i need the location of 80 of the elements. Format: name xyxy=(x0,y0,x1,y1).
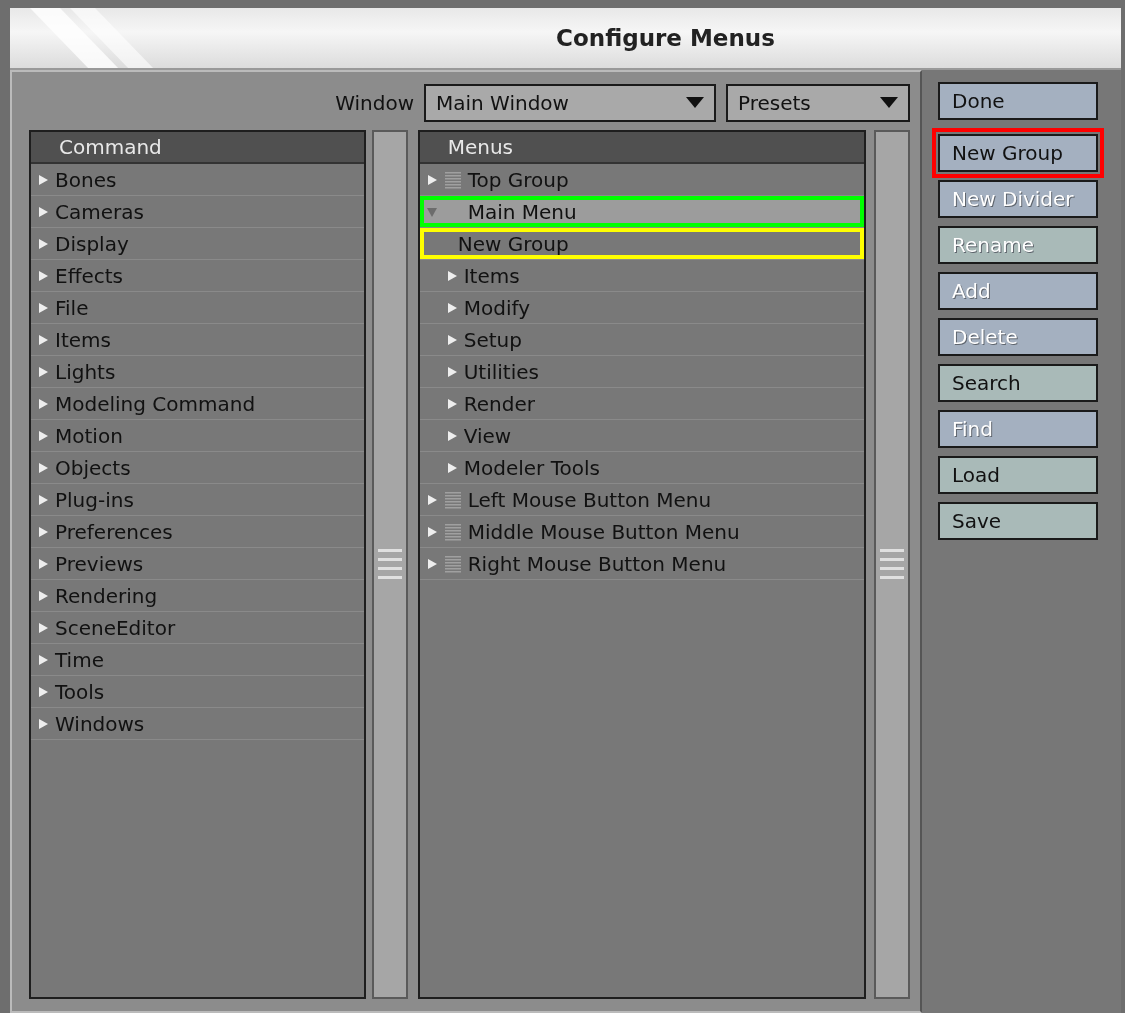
list-lines-icon xyxy=(443,553,462,574)
collapsed-triangle-icon[interactable] xyxy=(37,589,49,602)
collapsed-triangle-icon[interactable] xyxy=(37,365,49,378)
collapsed-triangle-icon[interactable] xyxy=(37,205,49,218)
collapsed-triangle-icon[interactable] xyxy=(445,333,458,346)
menu-tree-item[interactable]: Right Mouse Button Menu xyxy=(419,548,865,580)
collapsed-triangle-icon[interactable] xyxy=(425,493,438,506)
collapsed-triangle-icon[interactable] xyxy=(445,301,458,314)
menu-tree-item[interactable]: View xyxy=(419,420,865,452)
collapsed-triangle-icon[interactable] xyxy=(445,365,458,378)
menu-tree-item[interactable]: Left Mouse Button Menu xyxy=(419,484,865,516)
menu-tree-item[interactable]: Modify xyxy=(419,292,865,324)
column-header: Command xyxy=(31,132,364,164)
collapsed-triangle-icon[interactable] xyxy=(445,429,458,442)
menu-tree-item[interactable]: Top Group xyxy=(419,164,865,196)
command-item[interactable]: Time xyxy=(31,644,364,676)
menu-tree-item[interactable]: Render xyxy=(419,388,865,420)
menu-tree-item[interactable]: New Group xyxy=(419,228,865,260)
command-item[interactable]: Effects xyxy=(31,260,364,292)
window-label: Window xyxy=(335,91,414,115)
caret-icon xyxy=(686,97,704,109)
collapsed-triangle-icon[interactable] xyxy=(425,173,438,186)
collapsed-triangle-icon[interactable] xyxy=(37,717,49,730)
collapsed-triangle-icon[interactable] xyxy=(37,685,49,698)
collapsed-triangle-icon[interactable] xyxy=(445,461,458,474)
collapsed-triangle-icon[interactable] xyxy=(37,653,49,666)
window-title: Configure Menus xyxy=(556,25,775,51)
column-header: Menus xyxy=(419,132,865,164)
scrollbar[interactable] xyxy=(874,130,910,999)
collapsed-triangle-icon[interactable] xyxy=(37,397,49,410)
side-button[interactable]: Done xyxy=(938,82,1098,120)
command-item[interactable]: Display xyxy=(31,228,364,260)
expanded-triangle-icon[interactable] xyxy=(425,205,438,218)
command-item[interactable]: Plug-ins xyxy=(31,484,364,516)
menu-tree-item[interactable]: Middle Mouse Button Menu xyxy=(419,516,865,548)
command-item[interactable]: Cameras xyxy=(31,196,364,228)
command-item[interactable]: Tools xyxy=(31,676,364,708)
menu-tree-item[interactable]: Items xyxy=(419,260,865,292)
collapsed-triangle-icon[interactable] xyxy=(445,269,458,282)
collapsed-triangle-icon[interactable] xyxy=(37,333,49,346)
presets-dropdown[interactable]: Presets xyxy=(726,84,910,122)
command-item[interactable]: File xyxy=(31,292,364,324)
command-item[interactable]: SceneEditor xyxy=(31,612,364,644)
scrollbar[interactable] xyxy=(371,130,408,999)
collapsed-triangle-icon[interactable] xyxy=(37,493,49,506)
side-button[interactable]: Load xyxy=(938,456,1098,494)
command-item[interactable]: Windows xyxy=(31,708,364,740)
collapsed-triangle-icon[interactable] xyxy=(37,525,49,538)
list-lines-icon xyxy=(443,521,462,542)
collapsed-triangle-icon[interactable] xyxy=(425,525,438,538)
command-item[interactable]: Modeling Command xyxy=(31,388,364,420)
command-item[interactable]: Previews xyxy=(31,548,364,580)
side-button[interactable]: Search xyxy=(938,364,1098,402)
collapsed-triangle-icon[interactable] xyxy=(37,461,49,474)
collapsed-triangle-icon[interactable] xyxy=(37,269,49,282)
side-button[interactable]: Save xyxy=(938,502,1098,540)
list-lines-icon xyxy=(443,489,462,510)
command-item[interactable]: Bones xyxy=(31,164,364,196)
collapsed-triangle-icon[interactable] xyxy=(37,301,49,314)
caret-icon xyxy=(880,97,898,109)
command-item[interactable]: Objects xyxy=(31,452,364,484)
list-lines-icon xyxy=(443,169,462,190)
command-item[interactable]: Motion xyxy=(31,420,364,452)
side-button[interactable]: New Group xyxy=(938,134,1098,172)
collapsed-triangle-icon[interactable] xyxy=(425,557,438,570)
collapsed-triangle-icon[interactable] xyxy=(37,429,49,442)
menu-tree-item[interactable]: Main Menu xyxy=(419,196,865,228)
command-item[interactable]: Rendering xyxy=(31,580,364,612)
collapsed-triangle-icon[interactable] xyxy=(37,173,49,186)
menu-tree-item[interactable]: Modeler Tools xyxy=(419,452,865,484)
collapsed-triangle-icon[interactable] xyxy=(37,621,49,634)
menu-tree-item[interactable]: Utilities xyxy=(419,356,865,388)
command-item[interactable]: Lights xyxy=(31,356,364,388)
collapsed-triangle-icon[interactable] xyxy=(37,237,49,250)
command-item[interactable]: Items xyxy=(31,324,364,356)
collapsed-triangle-icon[interactable] xyxy=(445,397,458,410)
menu-tree-item[interactable]: Setup xyxy=(419,324,865,356)
window-dropdown[interactable]: Main Window xyxy=(424,84,716,122)
command-item[interactable]: Preferences xyxy=(31,516,364,548)
collapsed-triangle-icon[interactable] xyxy=(37,557,49,570)
